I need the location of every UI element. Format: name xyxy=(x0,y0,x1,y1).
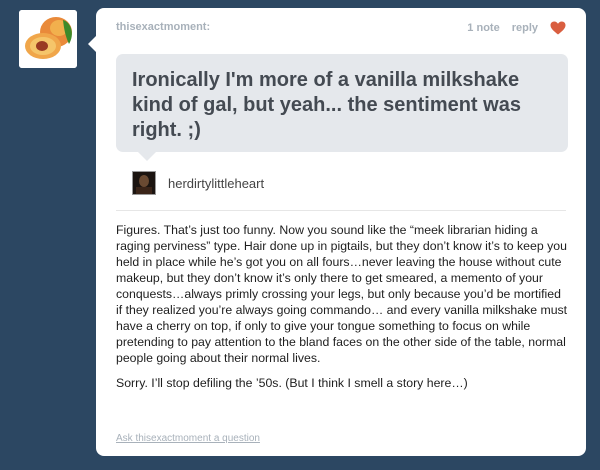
post-card: thisexactmoment: 1 note reply Ironically… xyxy=(88,8,586,456)
divider xyxy=(116,210,566,211)
asker: herdirtylittleheart xyxy=(132,171,264,195)
question-bubble: Ironically I'm more of a vanilla milksha… xyxy=(116,54,568,161)
post-actions: 1 note reply xyxy=(467,21,566,35)
asker-name-link[interactable]: herdirtylittleheart xyxy=(168,176,264,191)
reply-link[interactable]: reply xyxy=(512,22,538,34)
post-header: thisexactmoment: 1 note reply xyxy=(116,21,566,37)
question-text: Ironically I'm more of a vanilla milksha… xyxy=(132,69,521,141)
heart-icon[interactable] xyxy=(550,21,566,35)
blog-avatar[interactable] xyxy=(19,10,77,68)
answer-paragraph: Sorry. I’ll stop defiling the ’50s. (But… xyxy=(116,376,468,390)
notes-count-link[interactable]: 1 note xyxy=(467,22,499,34)
post-author-link[interactable]: thisexactmoment: xyxy=(116,21,210,33)
answer-paragraph: Figures. That’s just too funny. Now you … xyxy=(116,223,568,365)
ask-question-link[interactable]: Ask thisexactmoment a question xyxy=(116,433,260,444)
peach-icon xyxy=(19,10,77,68)
answer-body: Figures. That’s just too funny. Now you … xyxy=(116,222,568,400)
asker-avatar[interactable] xyxy=(132,171,156,195)
bubble-tail xyxy=(138,152,156,161)
card-notch xyxy=(88,36,96,52)
